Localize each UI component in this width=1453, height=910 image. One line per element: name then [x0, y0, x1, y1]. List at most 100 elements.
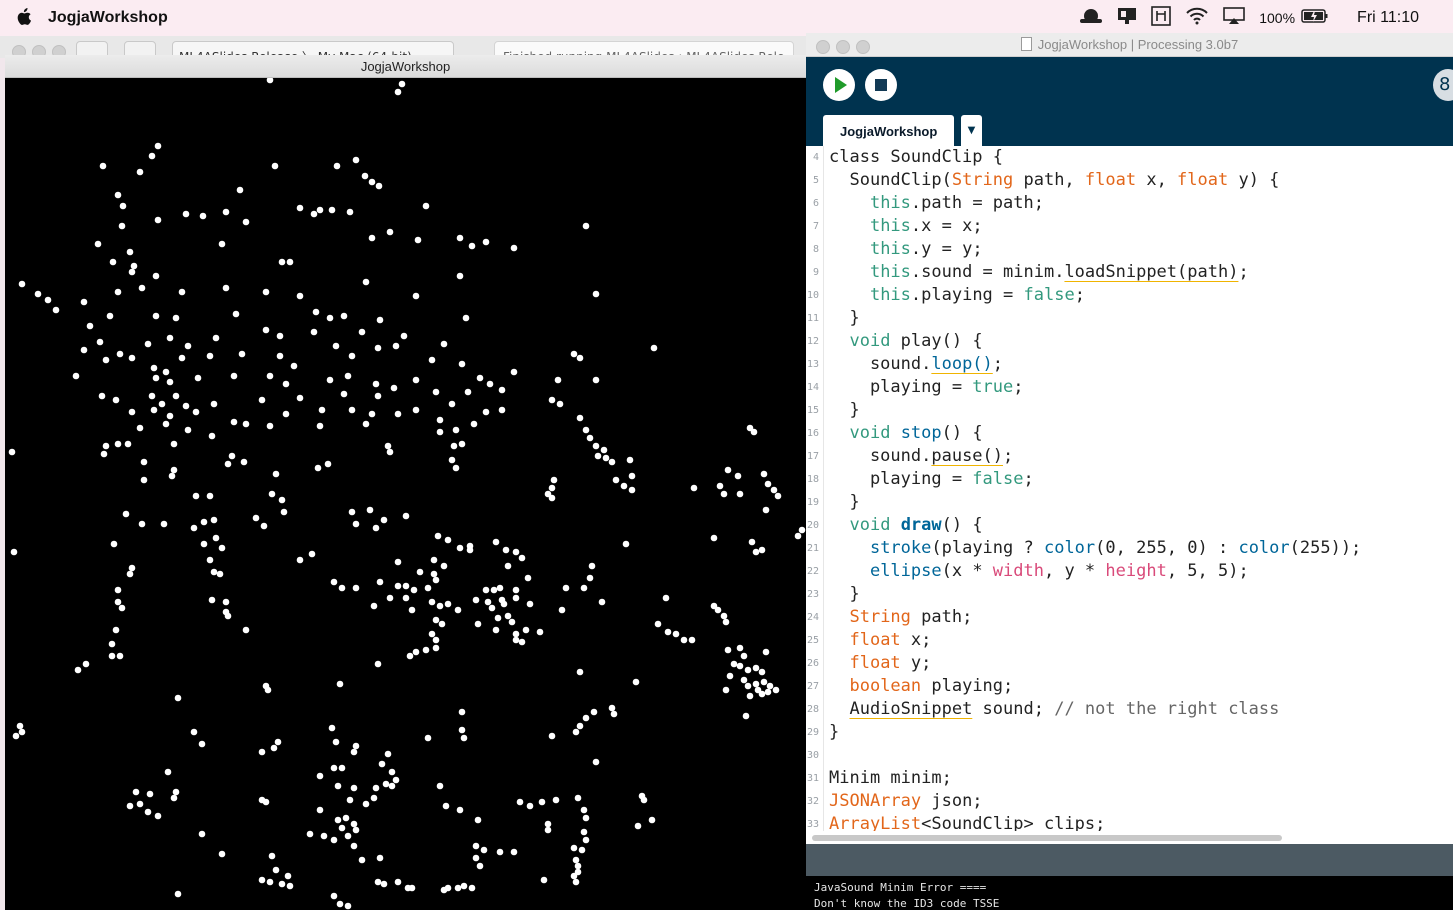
sound-clip-dot[interactable]	[442, 802, 450, 810]
sound-clip-dot[interactable]	[344, 372, 352, 380]
sound-clip-dot[interactable]	[82, 660, 90, 668]
code-text[interactable]: this.path = path;	[829, 192, 1044, 215]
sound-clip-dot[interactable]	[482, 586, 490, 594]
sound-clip-dot[interactable]	[592, 442, 600, 450]
sound-clip-dot[interactable]	[724, 466, 732, 474]
sound-clip-dot[interactable]	[218, 240, 226, 248]
code-line[interactable]: 14 playing = true;	[806, 376, 1453, 399]
sound-clip-dot[interactable]	[620, 482, 628, 490]
sound-clip-dot[interactable]	[408, 884, 416, 892]
sound-clip-dot[interactable]	[394, 582, 402, 590]
sound-clip-dot[interactable]	[316, 772, 324, 780]
sound-clip-dot[interactable]	[258, 396, 266, 404]
sound-clip-dot[interactable]	[484, 598, 492, 606]
sound-clip-dot[interactable]	[472, 596, 480, 604]
sound-clip-dot[interactable]	[472, 854, 480, 862]
sound-clip-dot[interactable]	[752, 664, 760, 672]
sound-clip-dot[interactable]	[170, 440, 178, 448]
apple-icon[interactable]	[16, 8, 32, 26]
sound-clip-dot[interactable]	[412, 376, 420, 384]
sound-clip-dot[interactable]	[166, 378, 174, 386]
sound-clip-dot[interactable]	[458, 708, 466, 716]
sound-clip-dot[interactable]	[736, 662, 744, 670]
sound-clip-dot[interactable]	[394, 558, 402, 566]
sound-clip-dot[interactable]	[512, 636, 520, 644]
sound-clip-dot[interactable]	[162, 368, 170, 376]
code-line[interactable]: 6 this.path = path;	[806, 192, 1453, 215]
sound-clip-dot[interactable]	[634, 822, 642, 830]
sound-clip-dot[interactable]	[552, 796, 560, 804]
code-line[interactable]: 16 void stop() {	[806, 422, 1453, 445]
sound-clip-dot[interactable]	[222, 598, 230, 606]
sound-clip-dot[interactable]	[576, 722, 584, 730]
sound-clip-dot[interactable]	[266, 878, 274, 886]
sound-clip-dot[interactable]	[428, 356, 436, 364]
sound-clip-dot[interactable]	[580, 828, 588, 836]
sound-clip-dot[interactable]	[368, 410, 376, 418]
sound-clip-dot[interactable]	[576, 668, 584, 676]
sound-clip-dot[interactable]	[310, 328, 318, 336]
sound-clip-dot[interactable]	[492, 626, 500, 634]
sound-clip-dot[interactable]	[582, 836, 590, 844]
sound-clip-dot[interactable]	[454, 606, 462, 614]
sound-clip-dot[interactable]	[734, 472, 742, 480]
sound-clip-dot[interactable]	[74, 666, 82, 674]
sound-clip-dot[interactable]	[350, 748, 358, 756]
sound-clip-dot[interactable]	[386, 594, 394, 602]
sound-clip-dot[interactable]	[492, 538, 500, 546]
sound-clip-dot[interactable]	[474, 816, 482, 824]
sound-clip-dot[interactable]	[162, 420, 170, 428]
sound-clip-dot[interactable]	[510, 368, 518, 376]
sound-clip-dot[interactable]	[228, 452, 236, 460]
code-text[interactable]: float x;	[829, 629, 931, 652]
sound-clip-dot[interactable]	[146, 790, 154, 798]
sound-clip-dot[interactable]	[688, 636, 696, 644]
sound-clip-dot[interactable]	[570, 844, 578, 852]
sound-clip-dot[interactable]	[326, 376, 334, 384]
sound-clip-dot[interactable]	[608, 704, 616, 712]
code-text[interactable]: this.sound = minim.loadSnippet(path);	[829, 261, 1249, 284]
sound-clip-dot[interactable]	[72, 372, 80, 380]
sound-clip-dot[interactable]	[136, 168, 144, 176]
sound-clip-dot[interactable]	[366, 506, 374, 514]
code-text[interactable]: class SoundClip {	[829, 146, 1003, 169]
sound-clip-dot[interactable]	[740, 652, 748, 660]
sound-clip-dot[interactable]	[324, 460, 332, 468]
sound-clip-dot[interactable]	[468, 242, 476, 250]
sound-clip-dot[interactable]	[152, 312, 160, 320]
code-line[interactable]: 12 void play() {	[806, 330, 1453, 353]
sound-clip-dot[interactable]	[760, 678, 768, 686]
sound-clip-dot[interactable]	[278, 258, 286, 266]
sound-clip-dot[interactable]	[572, 878, 580, 886]
sound-clip-dot[interactable]	[96, 338, 104, 346]
sound-clip-dot[interactable]	[430, 570, 438, 578]
hat-icon[interactable]	[1079, 7, 1103, 29]
sound-clip-dot[interactable]	[600, 446, 608, 454]
sound-clip-dot[interactable]	[296, 394, 304, 402]
sound-clip-dot[interactable]	[412, 648, 420, 656]
code-line[interactable]: 25 float x;	[806, 629, 1453, 652]
sketch-canvas[interactable]	[5, 78, 806, 910]
sound-clip-dot[interactable]	[222, 284, 230, 292]
sound-clip-dot[interactable]	[428, 630, 436, 638]
sound-clip-dot[interactable]	[348, 508, 356, 516]
sound-clip-dot[interactable]	[626, 456, 634, 464]
sound-clip-dot[interactable]	[440, 562, 448, 570]
sound-clip-dot[interactable]	[480, 846, 488, 854]
sound-clip-dot[interactable]	[136, 424, 144, 432]
sound-clip-dot[interactable]	[102, 356, 110, 364]
sound-clip-dot[interactable]	[140, 458, 148, 466]
sound-clip-dot[interactable]	[662, 594, 670, 602]
sound-clip-dot[interactable]	[332, 738, 340, 746]
sound-clip-dot[interactable]	[742, 712, 750, 720]
sound-clip-dot[interactable]	[434, 532, 442, 540]
code-line[interactable]: 17 sound.pause();	[806, 445, 1453, 468]
sound-clip-dot[interactable]	[392, 342, 400, 350]
code-text[interactable]: }	[829, 491, 859, 514]
code-line[interactable]: 8 this.y = y;	[806, 238, 1453, 261]
sound-clip-dot[interactable]	[610, 710, 618, 718]
sound-clip-dot[interactable]	[526, 802, 534, 810]
sound-clip-dot[interactable]	[296, 556, 304, 564]
sound-clip-dot[interactable]	[720, 490, 728, 498]
sound-clip-dot[interactable]	[334, 816, 342, 824]
